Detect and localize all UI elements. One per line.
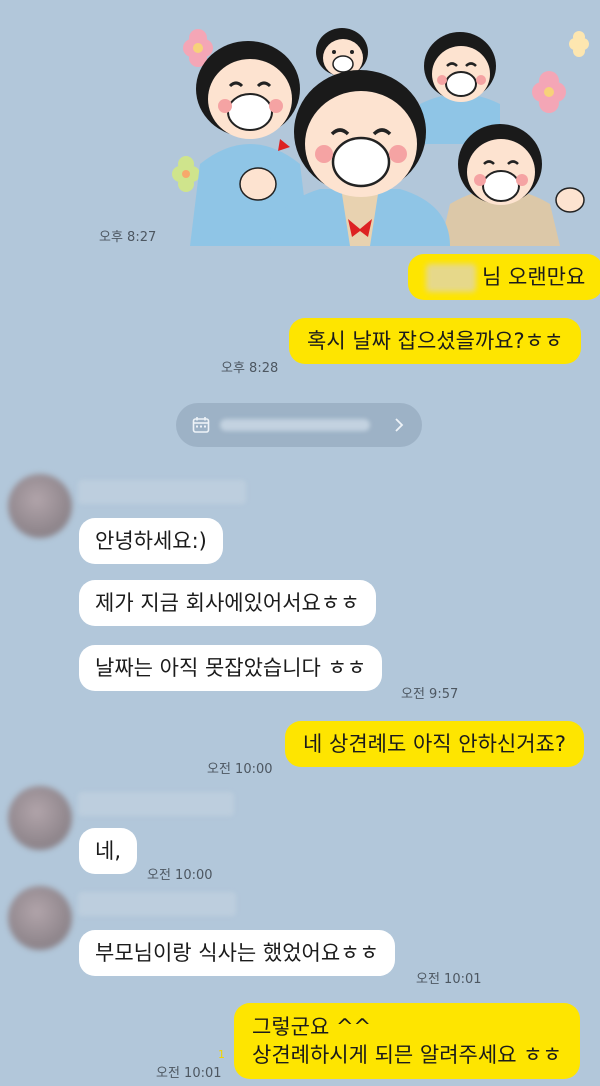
my-message-bubble[interactable]: 그렇군요 ^^ 상견례하시게 되믄 알려주세요 ㅎㅎ — [234, 1003, 580, 1079]
my-message-bubble[interactable]: 혹시 날짜 잡으셨을까요?ㅎㅎ — [289, 318, 582, 364]
other-message-bubble[interactable]: 안녕하세요:) — [79, 518, 223, 564]
blurred-name — [426, 264, 476, 292]
message-time: 오후 8:27 — [99, 230, 157, 245]
flower-green-left — [172, 156, 200, 192]
message-text: 안녕하세요:) — [95, 529, 207, 553]
message-text: 네 상견례도 아직 안하신거죠? — [303, 732, 567, 756]
calendar-icon — [192, 417, 210, 433]
blurred-event-title — [220, 419, 370, 431]
message-time: 오후 8:28 — [221, 361, 279, 376]
unread-count: 1 — [218, 1048, 225, 1061]
message-text: 날짜는 아직 못잡았습니다 ㅎㅎ — [95, 656, 367, 680]
avatar[interactable] — [8, 886, 72, 950]
sender-name-blurred — [78, 892, 236, 916]
message-text: 혹시 날짜 잡으셨을까요?ㅎㅎ — [307, 329, 564, 353]
character-top-middle — [316, 28, 368, 77]
message-text: 제가 지금 회사에있어서요ㅎㅎ — [95, 591, 360, 615]
message-time: 오전 10:01 — [416, 972, 482, 987]
message-time: 오전 9:57 — [401, 687, 459, 702]
avatar[interactable] — [8, 786, 72, 850]
flower-pink-right — [532, 71, 566, 113]
my-message-bubble[interactable]: 님 오랜만요 — [408, 254, 600, 300]
chevron-right-icon — [395, 418, 404, 432]
emoticon-sticker[interactable] — [170, 14, 600, 246]
calendar-event-pill[interactable] — [176, 403, 422, 447]
message-text-line: 상견례하시게 되믄 알려주세요 ㅎㅎ — [252, 1043, 562, 1067]
sender-name-blurred — [78, 480, 246, 504]
message-time: 오전 10:00 — [207, 762, 273, 777]
other-message-bubble[interactable]: 부모님이랑 식사는 했었어요ㅎㅎ — [79, 930, 395, 976]
my-message-bubble[interactable]: 네 상견례도 아직 안하신거죠? — [285, 721, 585, 767]
sticker-image — [172, 28, 589, 246]
other-message-bubble[interactable]: 날짜는 아직 못잡았습니다 ㅎㅎ — [79, 645, 383, 691]
sender-name-blurred — [78, 792, 234, 816]
message-text-line: 그렇군요 ^^ — [252, 1015, 372, 1039]
message-time: 오전 10:00 — [147, 868, 213, 883]
message-text: 네, — [95, 839, 121, 863]
avatar[interactable] — [8, 474, 72, 538]
other-message-bubble[interactable]: 네, — [79, 828, 137, 874]
flower-small-right — [569, 31, 589, 57]
message-text: 님 오랜만요 — [482, 265, 586, 289]
message-time: 오전 10:01 — [156, 1066, 222, 1081]
other-message-bubble[interactable]: 제가 지금 회사에있어서요ㅎㅎ — [79, 580, 376, 626]
message-text: 부모님이랑 식사는 했었어요ㅎㅎ — [95, 941, 379, 965]
